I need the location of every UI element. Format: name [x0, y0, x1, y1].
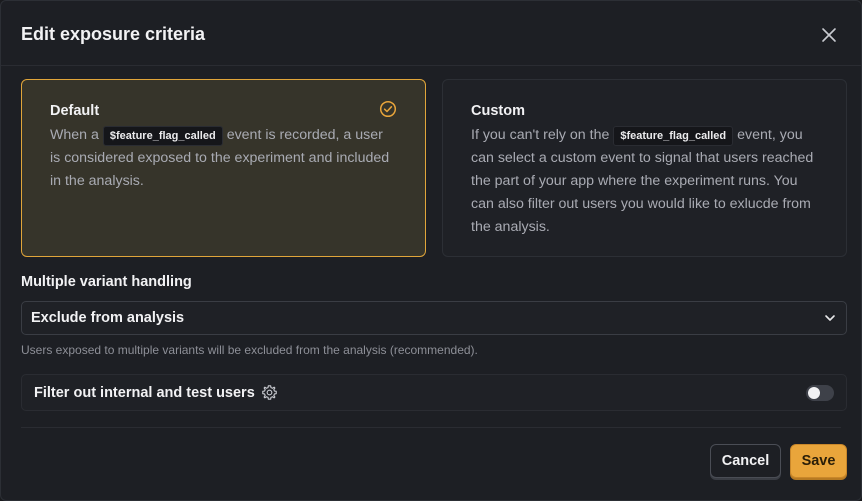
- save-button[interactable]: Save: [790, 444, 847, 478]
- event-code-tag: $feature_flag_called: [102, 126, 223, 146]
- check-circle-icon: [379, 100, 397, 118]
- modal-header: Edit exposure criteria: [21, 21, 841, 49]
- custom-option-card[interactable]: Custom If you can't rely on the $feature_…: [442, 79, 847, 257]
- variant-handling-value: Exclude from analysis: [31, 310, 185, 326]
- footer-divider: [21, 427, 841, 428]
- default-text-before: When a: [50, 127, 99, 143]
- custom-card-description: If you can't rely on the $feature_flag_ca…: [471, 124, 818, 239]
- toggle-knob: [808, 387, 820, 399]
- close-icon: [822, 28, 836, 42]
- variant-handling-label: Multiple variant handling: [21, 274, 192, 290]
- default-option-card[interactable]: Default When a $feature_flag_called event …: [21, 79, 426, 257]
- variant-handling-hint: Users exposed to multiple variants will …: [21, 343, 478, 357]
- exposure-criteria-modal: Edit exposure criteria Default When a $fe…: [0, 0, 862, 501]
- filter-internal-users-label: Filter out internal and test users: [34, 384, 255, 401]
- modal-title: Edit exposure criteria: [21, 24, 206, 44]
- event-code-tag: $feature_flag_called: [613, 126, 734, 146]
- filter-internal-users-row: Filter out internal and test users: [21, 374, 847, 411]
- custom-text-before: If you can't rely on the: [471, 127, 610, 143]
- filter-internal-users-toggle[interactable]: [806, 385, 834, 401]
- custom-card-title: Custom: [471, 103, 525, 119]
- close-button[interactable]: [817, 21, 841, 49]
- default-card-title: Default: [50, 103, 100, 119]
- default-card-description: When a $feature_flag_called event is recor…: [50, 124, 397, 193]
- cancel-button[interactable]: Cancel: [710, 444, 781, 478]
- chevron-down-icon: [825, 315, 835, 321]
- header-divider: [1, 65, 861, 66]
- variant-handling-select[interactable]: Exclude from analysis: [21, 301, 847, 335]
- gear-icon[interactable]: [261, 384, 278, 401]
